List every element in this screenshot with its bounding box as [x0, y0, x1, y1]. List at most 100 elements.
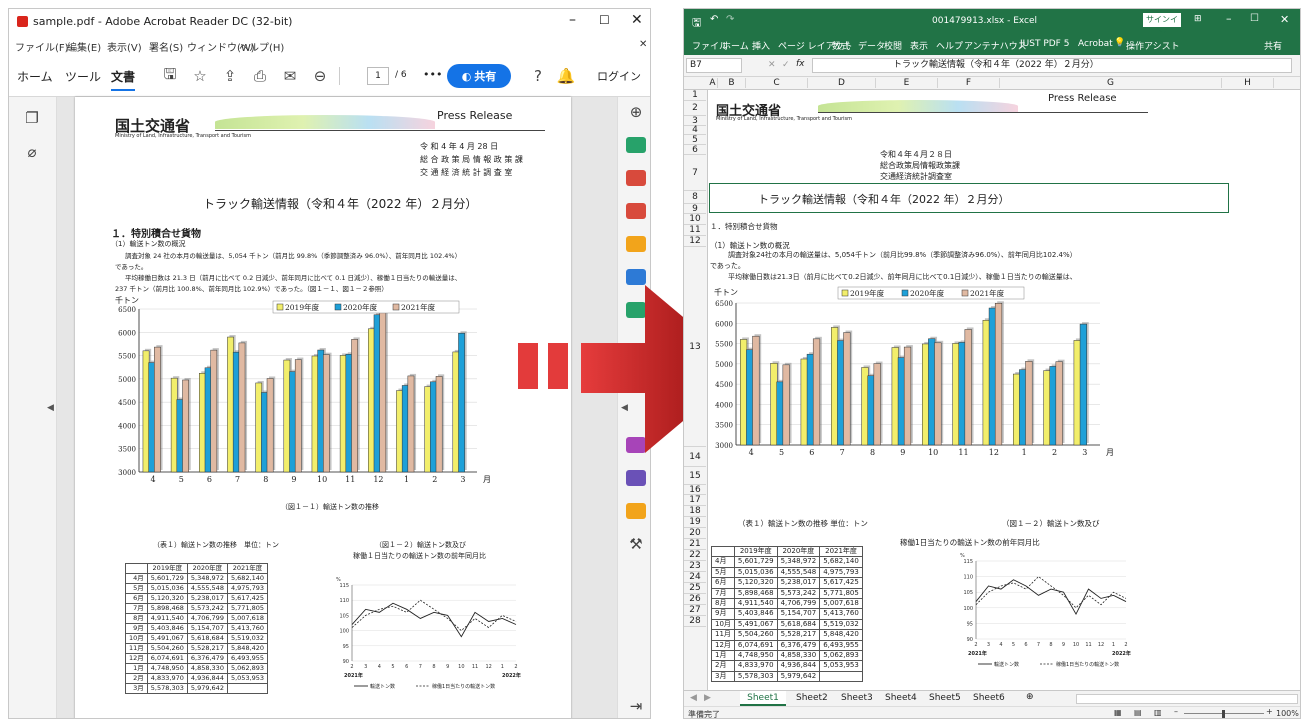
sheet-tab-5[interactable]: Sheet5 — [929, 693, 961, 703]
row-header-6[interactable]: 6 — [684, 145, 706, 155]
column-header-E[interactable]: E — [876, 78, 938, 88]
table-month-cell[interactable]: 8月 — [711, 598, 735, 610]
mail-icon[interactable]: ✉ — [279, 65, 301, 87]
table-value-cell[interactable]: 5,062,893 — [819, 650, 863, 662]
table-month-cell[interactable]: 5月 — [711, 566, 735, 579]
table-value-cell[interactable]: 6,493,955 — [819, 639, 863, 652]
column-header-A[interactable]: A — [708, 78, 718, 88]
zoom-out-icon[interactable]: ⊖ — [309, 65, 331, 87]
row-header-25[interactable]: 25 — [684, 583, 706, 594]
column-header-F[interactable]: F — [938, 78, 1000, 88]
table-value-cell[interactable]: 4,975,793 — [819, 566, 863, 579]
sheet-tab-4[interactable]: Sheet4 — [885, 693, 917, 703]
print-icon[interactable]: ⎙ — [249, 65, 271, 87]
table-value-cell[interactable]: 5,015,036 — [733, 566, 778, 579]
row-header-17[interactable]: 17 — [684, 495, 706, 506]
table-value-cell[interactable]: 5,120,320 — [733, 577, 778, 589]
table-month-cell[interactable]: 11月 — [711, 629, 735, 641]
table-value-cell[interactable]: 5,348,972 — [776, 556, 821, 568]
menu-help[interactable]: ヘルプ(H) — [239, 39, 284, 54]
insert-function-icon[interactable]: fx — [796, 59, 805, 69]
row-header-5[interactable]: 5 — [684, 135, 706, 145]
row-header-4[interactable]: 4 — [684, 126, 706, 135]
table-value-cell[interactable]: 5,617,425 — [819, 577, 863, 589]
share-button[interactable]: 共有 — [1264, 39, 1282, 52]
formula-input[interactable]: トラック輸送情報（令和４年（2022 年）２月分） — [812, 58, 1292, 73]
save-icon[interactable]: 🖫 — [159, 65, 181, 87]
tell-me-search[interactable]: 操作アシスト — [1126, 39, 1180, 52]
menu-edit[interactable]: 編集(E) — [67, 39, 101, 54]
column-header-B[interactable]: B — [718, 78, 746, 88]
table-month-cell[interactable]: 6月 — [711, 577, 735, 589]
name-box[interactable]: B7 — [686, 58, 742, 73]
tab-tools[interactable]: ツール — [65, 68, 101, 85]
close-doc-icon[interactable]: ✕ — [639, 39, 647, 50]
row-header-12[interactable]: 12 — [684, 236, 706, 247]
table-value-cell[interactable]: 5,771,805 — [819, 587, 863, 600]
row-header-21[interactable]: 21 — [684, 539, 706, 550]
tab-document[interactable]: 文書 — [111, 68, 136, 91]
menu-file[interactable]: ファイル(F) — [15, 39, 69, 54]
table-month-cell[interactable]: 12月 — [711, 639, 735, 652]
more-tools-icon[interactable]: ⚒ — [625, 533, 647, 555]
ribbon-tab-acrobat[interactable]: Acrobat — [1078, 39, 1113, 49]
table-month-cell[interactable]: 4月 — [711, 556, 735, 568]
zoom-slider-thumb[interactable] — [1222, 710, 1225, 718]
table-value-cell[interactable]: 5,601,729 — [733, 556, 778, 568]
column-header-D[interactable]: D — [808, 78, 876, 88]
table-value-cell[interactable]: 4,833,970 — [733, 660, 778, 672]
menu-sign[interactable]: 署名(S) — [149, 39, 183, 54]
page-break-view-icon[interactable]: ▥ — [1154, 708, 1162, 717]
row-header-11[interactable]: 11 — [684, 225, 706, 236]
table-month-cell[interactable]: 10月 — [711, 618, 735, 631]
ribbon-display-icon[interactable]: ⊞ — [1194, 14, 1202, 24]
table-value-cell[interactable]: 5,519,032 — [819, 618, 863, 631]
export-pdf-icon[interactable] — [626, 137, 646, 153]
table-month-cell[interactable]: 1月 — [711, 650, 735, 662]
table-value-cell[interactable]: 5,528,217 — [776, 629, 821, 641]
table-value-cell[interactable]: 4,555,548 — [776, 566, 821, 579]
row-header-9[interactable]: 9 — [684, 204, 706, 214]
horizontal-scrollbar[interactable] — [1076, 694, 1298, 704]
maximize-button[interactable]: ☐ — [599, 13, 610, 27]
table-value-cell[interactable] — [819, 670, 863, 683]
undo-icon[interactable]: ↶ — [710, 14, 718, 25]
table-value-cell[interactable]: 5,504,260 — [733, 629, 778, 641]
organize-pages-icon[interactable] — [626, 170, 646, 186]
create-pdf-icon[interactable] — [626, 203, 646, 219]
ribbon-tab-justpdf[interactable]: JUST PDF 5 — [1020, 39, 1069, 49]
ribbon-tab-home[interactable]: ホーム — [722, 39, 749, 52]
row-header-1[interactable]: 1 — [684, 90, 706, 101]
quick-save-icon[interactable]: 🖫 — [692, 14, 701, 33]
close-button[interactable]: ✕ — [1280, 13, 1289, 26]
worksheet-grid[interactable]: 国土交通省 Ministry of Land, Infrastructure, … — [708, 90, 1300, 690]
table-value-cell[interactable]: 5,403,846 — [733, 608, 778, 620]
table-value-cell[interactable]: 4,858,330 — [776, 650, 821, 662]
minimize-button[interactable]: – — [1226, 12, 1232, 25]
expand-pane-icon[interactable]: ⇥ — [625, 695, 647, 717]
row-header-23[interactable]: 23 — [684, 561, 706, 572]
login-link[interactable]: ログイン — [597, 68, 641, 84]
row-header-8[interactable]: 8 — [684, 191, 706, 204]
ribbon-tab-view[interactable]: 表示 — [910, 39, 928, 52]
row-header-16[interactable]: 16 — [684, 485, 706, 495]
table-value-cell[interactable]: 5,848,420 — [819, 629, 863, 641]
ribbon-tab-formulas[interactable]: 数式 — [832, 39, 850, 52]
column-header-G[interactable]: G — [1000, 78, 1222, 88]
table-value-cell[interactable]: 6,074,691 — [733, 639, 778, 652]
sheet-tab-6[interactable]: Sheet6 — [973, 693, 1005, 703]
table-value-cell[interactable]: 4,706,799 — [776, 598, 821, 610]
row-header-24[interactable]: 24 — [684, 572, 706, 583]
bell-icon[interactable]: 🔔 — [555, 65, 577, 87]
row-header-28[interactable]: 28 — [684, 616, 706, 627]
table-value-cell[interactable]: 5,898,468 — [733, 587, 778, 600]
prev-sheet-icon[interactable]: ◀ — [690, 693, 697, 703]
table-value-cell[interactable]: 5,491,067 — [733, 618, 778, 631]
table-value-cell[interactable]: 5,413,760 — [819, 608, 863, 620]
row-header-15[interactable]: 15 — [684, 467, 706, 485]
table-value-cell[interactable]: 6,376,479 — [776, 639, 821, 652]
row-header-13[interactable]: 13 — [684, 247, 706, 447]
table-value-cell[interactable]: 5,979,642 — [776, 670, 821, 683]
table-value-cell[interactable]: 5,007,618 — [819, 598, 863, 610]
help-icon[interactable]: ? — [527, 65, 549, 87]
